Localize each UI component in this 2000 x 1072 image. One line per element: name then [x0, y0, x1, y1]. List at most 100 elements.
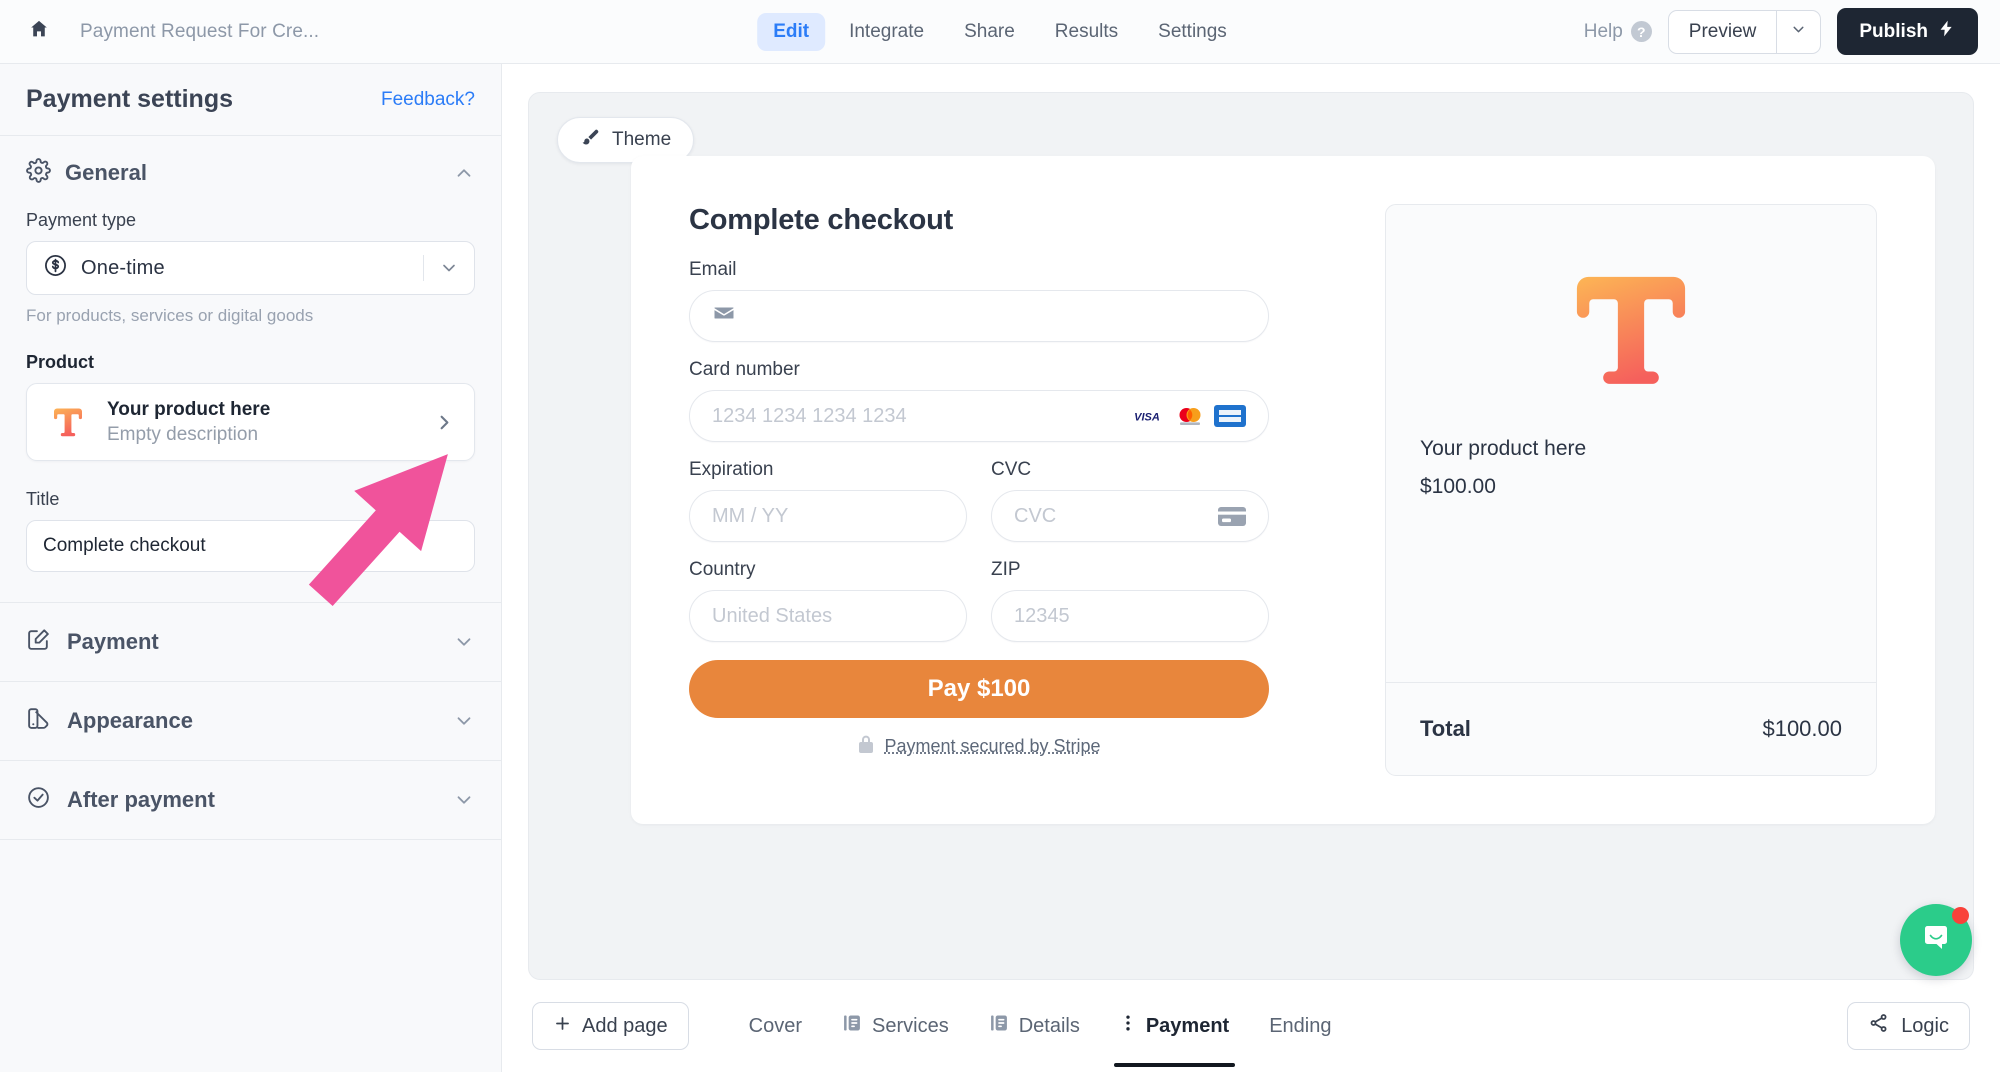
card-brand-icons: VISA [1128, 404, 1246, 428]
notification-dot [1952, 907, 1969, 924]
pay-button[interactable]: Pay $100 [689, 660, 1269, 718]
preview-button[interactable]: Preview [1669, 11, 1777, 53]
canvas-wrap: Theme Complete checkout Email Card numbe… [502, 64, 2000, 1072]
app-root: Payment Request For Cre... Edit Integrat… [0, 0, 2000, 1072]
page-tab-cover-label: Cover [748, 1014, 802, 1037]
question-mark-icon: ? [1630, 21, 1652, 42]
country-zip-row: Country United States ZIP 12345 [689, 559, 1269, 642]
cvc-label: CVC [991, 459, 1032, 480]
page-icon [989, 1013, 1009, 1039]
tab-settings[interactable]: Settings [1142, 13, 1243, 51]
expiry-cvc-row: Expiration MM / YY CVC CVC [689, 459, 1269, 542]
sidebar-section-payment-label: Payment [67, 629, 159, 654]
dots-vertical-icon [1120, 1013, 1136, 1039]
page-tab-details-label: Details [1018, 1014, 1080, 1037]
sidebar-section-appearance-label: Appearance [67, 708, 193, 733]
help-label: Help [1583, 20, 1623, 42]
chevron-down-icon[interactable] [453, 710, 475, 732]
page-tab-details[interactable]: Details [969, 991, 1100, 1061]
chevron-down-icon [1790, 21, 1807, 43]
expiration-field-group: Expiration MM / YY [689, 459, 967, 542]
product-label: Product [26, 352, 95, 372]
title-input[interactable]: Complete checkout [26, 520, 475, 572]
add-page-button[interactable]: Add page [532, 1002, 689, 1050]
summary-product-name: Your product here [1420, 437, 1587, 460]
summary-total-label: Total [1420, 716, 1471, 741]
publish-label: Publish [1859, 20, 1928, 42]
logic-label: Logic [1901, 1014, 1949, 1037]
tab-results[interactable]: Results [1039, 13, 1134, 51]
checkout-preview-card: Complete checkout Email Card number 1234… [631, 156, 1935, 824]
envelope-icon [712, 301, 736, 331]
chevron-down-icon[interactable] [453, 631, 475, 653]
product-logo-icon [45, 399, 91, 445]
zip-label: ZIP [991, 559, 1021, 580]
page-tab-ending-label: Ending [1269, 1014, 1332, 1037]
bottom-bar: Add page Cover Services Details Payment … [502, 980, 2000, 1072]
email-field-group: Email [689, 259, 1269, 342]
payment-type-label: Payment type [26, 210, 137, 230]
help-button[interactable]: Help ? [1584, 21, 1652, 43]
order-summary-total-row: Total $100.00 [1386, 683, 1876, 775]
cvc-input[interactable]: CVC [991, 490, 1269, 542]
page-tab-services-label: Services [872, 1014, 949, 1037]
chevron-right-icon[interactable] [433, 411, 456, 434]
preview-button-group: Preview [1667, 9, 1822, 54]
document-title[interactable]: Payment Request For Cre... [80, 21, 319, 43]
country-field-group: Country United States [689, 559, 967, 642]
visa-icon: VISA [1128, 404, 1166, 428]
sidebar-section-general[interactable]: General [0, 136, 501, 210]
page-tab-ending[interactable]: Ending [1249, 993, 1351, 1060]
top-bar-actions: Help ? Preview Publish [1584, 8, 2000, 55]
page-tab-services[interactable]: Services [822, 991, 969, 1061]
zip-placeholder: 12345 [1014, 604, 1070, 627]
product-card[interactable]: Your product here Empty description [26, 383, 475, 461]
tab-share[interactable]: Share [948, 13, 1031, 51]
country-placeholder: United States [712, 604, 833, 627]
order-summary-top: Your product here $100.00 [1386, 205, 1876, 682]
add-page-label: Add page [582, 1014, 668, 1037]
cvc-field-group: CVC CVC [991, 459, 1269, 542]
email-input[interactable] [689, 290, 1269, 342]
stripe-secured-link[interactable]: Payment secured by Stripe [884, 736, 1100, 757]
zip-input[interactable]: 12345 [991, 590, 1269, 642]
product-description: Empty description [107, 423, 259, 445]
lock-icon [857, 734, 875, 759]
page-tab-cover[interactable]: Cover [729, 993, 822, 1060]
zip-field-group: ZIP 12345 [991, 559, 1269, 642]
card-number-placeholder: 1234 1234 1234 1234 [712, 404, 907, 427]
card-number-label: Card number [689, 359, 800, 380]
preview-dropdown-button[interactable] [1776, 10, 1820, 53]
logic-button[interactable]: Logic [1847, 1002, 1970, 1050]
sidebar-section-general-label: General [65, 160, 147, 185]
body: Payment settings Feedback? General Payme… [0, 64, 2000, 1072]
publish-button[interactable]: Publish [1837, 8, 1978, 55]
sidebar-section-payment[interactable]: Payment [0, 603, 501, 681]
sidebar-title: Payment settings [26, 85, 234, 113]
sidebar-divider [0, 839, 501, 840]
tab-integrate[interactable]: Integrate [833, 13, 940, 51]
chevron-down-icon[interactable] [424, 258, 474, 278]
checkout-title: Complete checkout [689, 204, 954, 236]
check-circle-icon [26, 785, 51, 815]
feedback-link[interactable]: Feedback? [381, 89, 475, 111]
home-button[interactable] [18, 11, 60, 53]
sidebar: Payment settings Feedback? General Payme… [0, 64, 502, 1072]
country-input[interactable]: United States [689, 590, 967, 642]
chevron-down-icon[interactable] [453, 789, 475, 811]
page-tab-payment[interactable]: Payment [1100, 991, 1249, 1067]
sidebar-section-after-payment[interactable]: After payment [0, 761, 501, 839]
payment-type-helper: For products, services or digital goods [26, 306, 314, 325]
top-bar: Payment Request For Cre... Edit Integrat… [0, 0, 2000, 64]
payment-type-select[interactable]: One-time [26, 241, 475, 295]
card-number-input[interactable]: 1234 1234 1234 1234 VISA [689, 390, 1269, 442]
tab-edit[interactable]: Edit [757, 12, 826, 51]
dollar-circle-icon [43, 253, 68, 283]
expiration-input[interactable]: MM / YY [689, 490, 967, 542]
chat-widget-button[interactable] [1900, 904, 1972, 976]
sidebar-section-appearance[interactable]: Appearance [0, 682, 501, 760]
product-name: Your product here [107, 398, 271, 420]
chevron-up-icon[interactable] [453, 162, 475, 184]
page-icon [842, 1013, 862, 1039]
cvc-placeholder: CVC [1014, 504, 1057, 527]
